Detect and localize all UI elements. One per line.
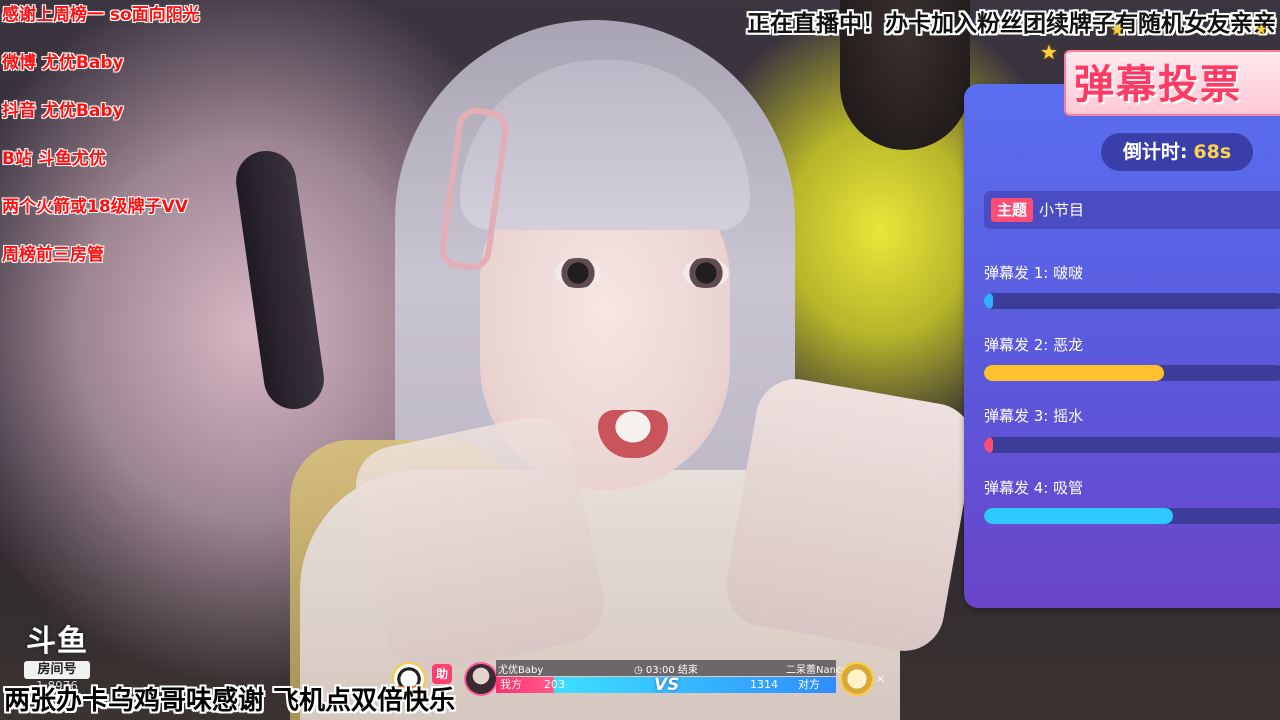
vote-option-bar <box>984 437 1280 453</box>
opponent-avatar[interactable] <box>840 662 874 696</box>
pk-left-score: 203 <box>544 678 565 691</box>
vote-option-fill <box>984 293 993 309</box>
vote-option-label: 弹幕发 1: 啵啵 <box>984 264 1084 282</box>
star-icon: ★ <box>1110 20 1125 39</box>
right-eye <box>683 258 729 288</box>
vote-option-label: 弹幕发 2: 恶龙 <box>984 336 1084 354</box>
left-eye <box>555 258 601 288</box>
vote-option-fill <box>984 365 1164 381</box>
gaming-chair <box>232 147 328 413</box>
right-hand <box>719 372 981 658</box>
countdown: 倒计时: 68s <box>1101 133 1253 171</box>
pk-right-fill <box>553 677 836 693</box>
star-icon: ★ <box>1040 40 1058 64</box>
streamer-avatar[interactable] <box>464 662 498 696</box>
vote-option-bar <box>984 293 1280 309</box>
vote-option-label: 弹幕发 4: 吸管 <box>984 479 1084 497</box>
pk-right-name: 二呆蕾Nancy <box>786 665 848 676</box>
info-line: 周榜前三房管 <box>2 245 104 265</box>
countdown-label: 倒计时: <box>1122 141 1188 163</box>
vote-option-bar <box>984 508 1280 524</box>
vote-option-fill <box>984 508 1173 524</box>
star-icon: ★ <box>1255 22 1268 38</box>
info-line: 感谢上周榜一 so面向阳光 <box>2 5 200 25</box>
pk-battle-bar: NO.1 助 尤优Baby ◷ 03:00 结束 二呆蕾Nancy 我方 203… <box>388 658 888 700</box>
pk-right-score: 1314 <box>750 678 778 691</box>
pk-left-name: 尤优Baby <box>498 665 544 676</box>
pk-right-side: 对方 <box>798 678 820 691</box>
vote-option-label: 弹幕发 3: 摇水 <box>984 407 1084 425</box>
close-icon[interactable]: × <box>876 672 885 685</box>
pk-vs: VS <box>654 675 680 695</box>
bottom-caption: 两张办卡乌鸡哥味感谢 飞机点双倍快乐 <box>4 686 456 716</box>
info-line: 微博 尤优Baby <box>2 53 124 73</box>
pk-timer: ◷ 03:00 结束 <box>634 665 698 676</box>
pk-score-bar: 我方 203 VS 1314 对方 <box>496 675 836 695</box>
info-line: B站 斗鱼尤优 <box>2 149 106 169</box>
topic-badge: 主题 <box>991 198 1034 222</box>
vote-option-fill <box>984 437 993 453</box>
info-line: 抖音 尤优Baby <box>2 101 124 121</box>
logo-mark: 斗鱼 <box>26 624 88 659</box>
info-line: 两个火箭或18级牌子VV <box>2 197 188 217</box>
left-hand <box>348 409 612 681</box>
vote-title-ribbon: 弹幕投票 <box>1050 42 1280 116</box>
topic-text: 小节目 <box>1039 201 1085 219</box>
live-banner: 正在直播中！办卡加入粉丝团续牌子有随机女友亲亲 <box>747 11 1276 37</box>
vote-topic-row: 主题 小节目 <box>984 191 1280 229</box>
vote-title: 弹幕投票 <box>1074 62 1242 108</box>
pk-left-side: 我方 <box>500 678 522 691</box>
vote-option-bar <box>984 365 1280 381</box>
countdown-value: 68s <box>1193 141 1232 163</box>
streamer-info-list: 感谢上周榜一 so面向阳光 微博 尤优Baby 抖音 尤优Baby B站 斗鱼尤… <box>2 3 200 291</box>
room-number-badge: 房间号 <box>24 661 90 679</box>
